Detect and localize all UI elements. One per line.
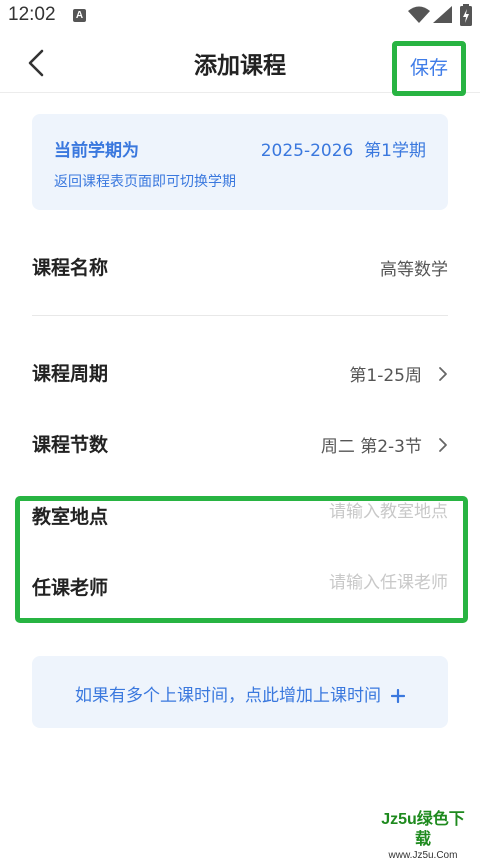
course-name-row[interactable]: 课程名称 高等数学 (32, 238, 448, 298)
status-bar: 12:02 A (0, 0, 480, 32)
course-name-label: 课程名称 (32, 257, 109, 279)
notification-badge-text: A (75, 10, 84, 21)
course-name-value: 高等数学 (380, 260, 448, 280)
course-periods-row[interactable]: 课程节数 周二 第2-3节 (32, 415, 448, 475)
course-periods-label: 课程节数 (32, 434, 109, 456)
chevron-right-icon (439, 438, 447, 452)
semester-hint: 返回课程表页面即可切换学期 (54, 174, 236, 190)
wifi-icon (408, 6, 430, 23)
semester-label: 当前学期为 (54, 141, 139, 161)
course-periods-value: 周二 第2-3节 (320, 437, 422, 457)
header-bar: 添加课程 保存 (0, 32, 480, 96)
watermark-sub: www.Jz5u.Com (388, 850, 458, 861)
divider (32, 315, 448, 316)
watermark: Jz5u绿色下载 www.Jz5u.Com (374, 810, 472, 862)
notification-a-icon: A (73, 9, 86, 22)
semester-value: 2025-2026 第1学期 (260, 141, 426, 161)
course-weeks-row[interactable]: 课程周期 第1-25周 (32, 344, 448, 404)
highlight-box (15, 496, 468, 623)
plus-icon (391, 689, 405, 703)
add-time-label: 如果有多个上课时间，点此增加上课时间 (75, 686, 381, 706)
add-time-button[interactable]: 如果有多个上课时间，点此增加上课时间 (32, 656, 448, 728)
save-button-label: 保存 (409, 57, 448, 79)
semester-card: 当前学期为 2025-2026 第1学期 返回课程表页面即可切换学期 (32, 114, 448, 210)
watermark-main: Jz5u绿色下载 (381, 811, 465, 848)
battery-icon (460, 4, 472, 26)
signal-icon (433, 6, 452, 23)
course-weeks-value: 第1-25周 (349, 366, 422, 386)
chevron-right-icon (439, 367, 447, 381)
status-time: 12:02 (8, 4, 56, 25)
save-button[interactable]: 保存 (392, 41, 466, 96)
course-weeks-label: 课程周期 (32, 363, 109, 385)
